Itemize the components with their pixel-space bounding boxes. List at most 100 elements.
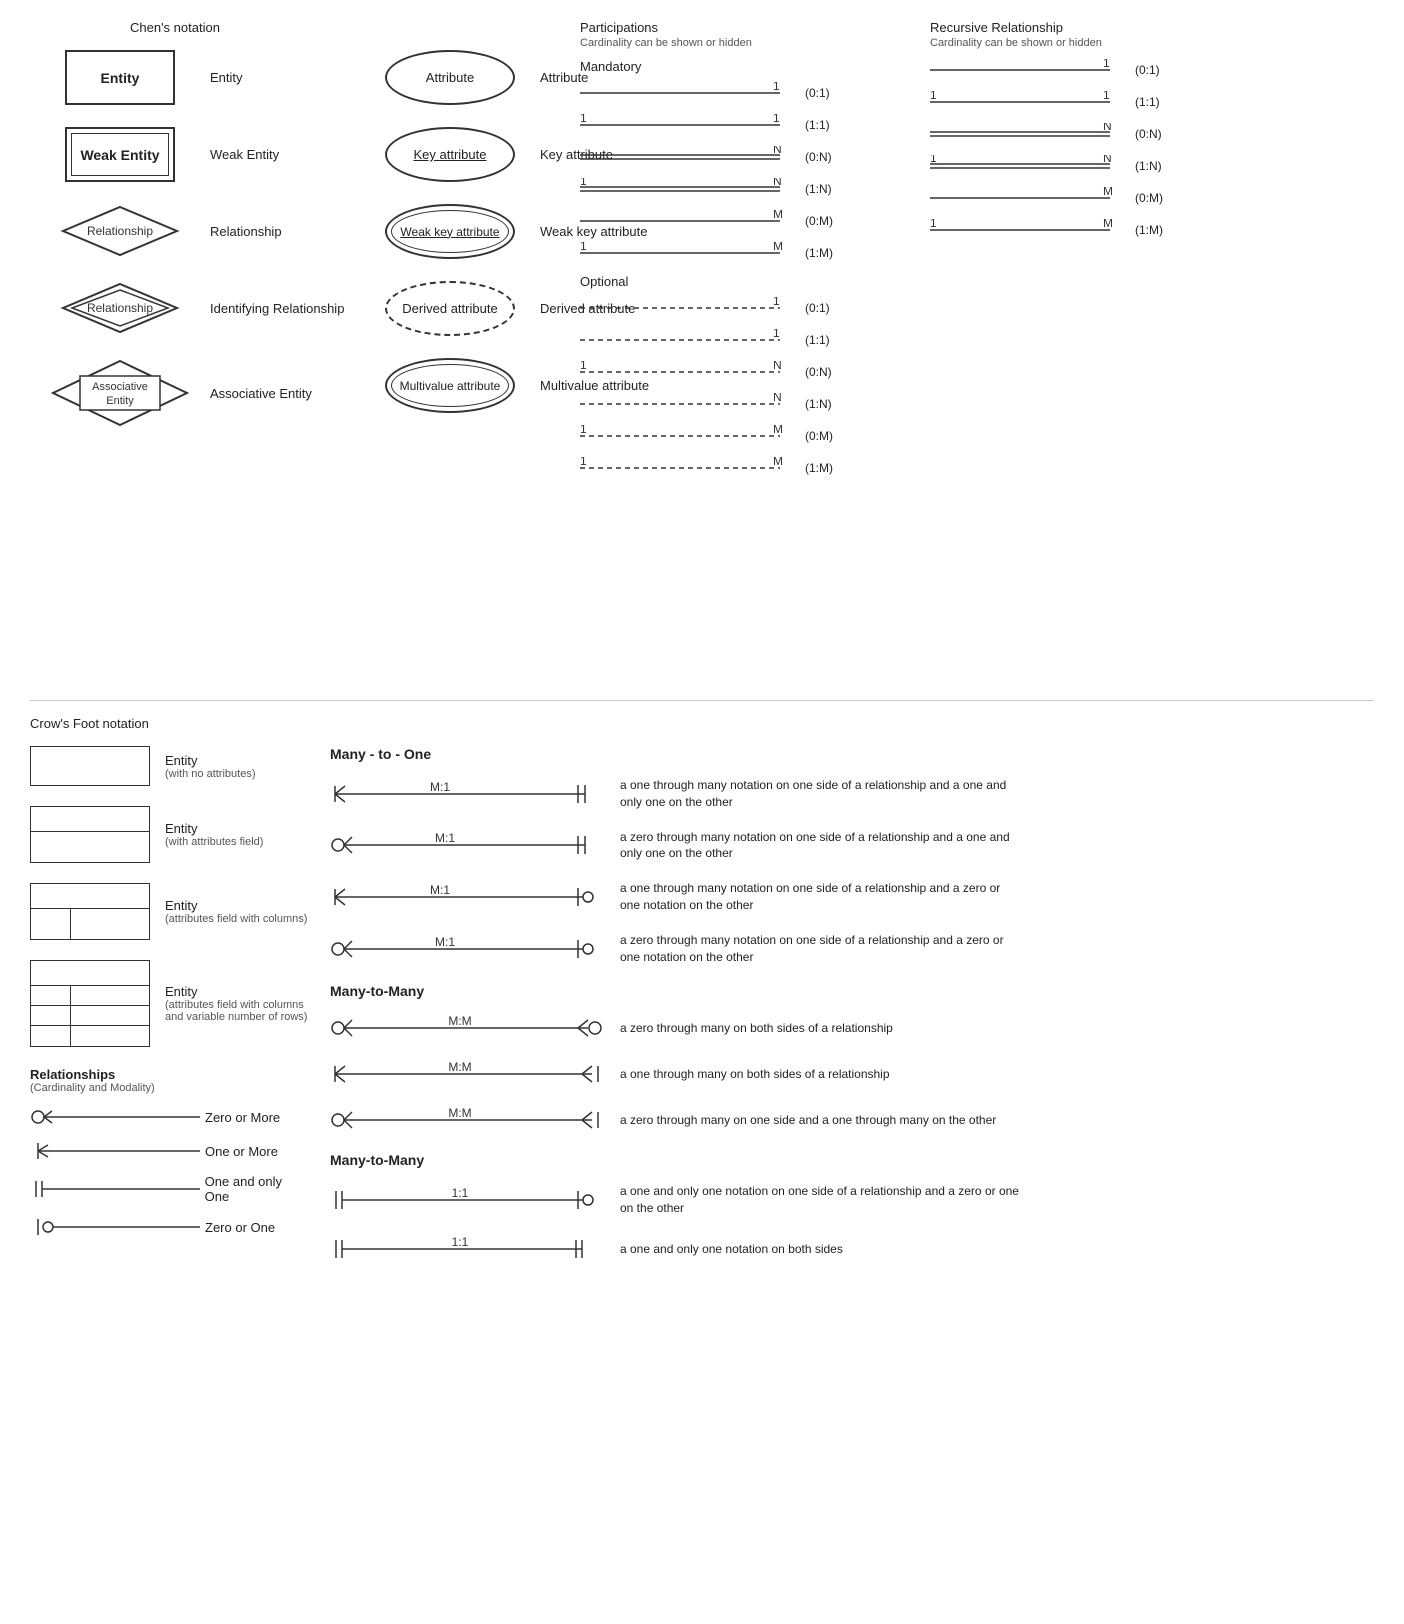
optional-title: Optional [580,274,833,289]
part-svg-01: 1 [580,82,800,104]
rec-svg-1M: 1 M [930,219,1130,241]
svg-text:1: 1 [580,178,587,188]
svg-text:1: 1 [580,114,587,125]
divider [30,700,1374,701]
11-svg-1: 1:1 [330,1186,610,1214]
m1-svg-1: M:1 [330,780,610,808]
part-label-0N: (0:N) [805,150,832,164]
recursive-subtitle: Cardinality can be shown or hidden [930,37,1163,49]
weak-entity-row: Weak Entity Weak Entity [40,127,370,182]
rec-row-11: 1 1 (1:1) [930,91,1163,113]
cf-entity-attr [30,806,150,863]
opt-row-0N: 1 N (0:N) [580,361,833,383]
rec-row-1M: 1 M (1:M) [930,219,1163,241]
svg-text:M:1: M:1 [430,780,450,794]
part-row-0M: M (0:M) [580,210,833,232]
rec-svg-0N: N [930,123,1130,145]
rel-zero-one-svg [30,1216,200,1238]
rec-row-1N: 1 N (1:N) [930,155,1163,177]
m1-row-4: M:1 a zero through many notation on one … [330,932,1374,966]
identifying-label: Identifying Relationship [210,301,370,316]
cf-entity-cols [30,883,150,940]
part-line-0N: N [580,146,800,168]
svg-text:1: 1 [930,155,937,165]
recursive-section: Recursive Relationship Cardinality can b… [930,20,1163,251]
rel-one-more-svg [30,1140,200,1162]
recursive-title: Recursive Relationship [930,20,1163,35]
opt-svg-0N: 1 N [580,361,800,383]
rel-zero-one-label: Zero or One [205,1220,275,1235]
rec-row-0M: M (0:M) [930,187,1163,209]
svg-text:N: N [773,146,782,156]
m1-row-1: M:1 a one through many notation on one s… [330,777,1374,811]
rel-legend-title: Relationships [30,1067,310,1082]
opt-svg-01: 1 [580,297,800,319]
rel-legend-subtitle: (Cardinality and Modality) [30,1082,310,1094]
part-row-1M: 1 M (1:M) [580,242,833,264]
m1-desc-2: a zero through many notation on one side… [620,829,1020,863]
part-svg-11: 1 1 [580,114,800,136]
part-line-0M: M [580,210,800,232]
m1-svg-4: M:1 [330,935,610,963]
weak-entity-rect: Weak Entity [65,127,175,182]
mandatory-title: Mandatory [580,59,833,74]
derived-attribute-shape: Derived attribute [370,281,530,336]
rel-legend-section: Relationships (Cardinality and Modality) [30,1067,310,1238]
svg-text:1: 1 [580,242,587,253]
svg-text:M:1: M:1 [430,883,450,897]
svg-text:Entity: Entity [106,395,134,407]
crows-title: Crow's Foot notation [30,716,1374,731]
mm-row-2: M:M a one through many on both sides of … [330,1060,1374,1088]
rec-row-0N: N (0:N) [930,123,1163,145]
opt-row-1M: 1 M (1:M) [580,457,833,479]
cf-entity-rows-row: Entity (attributes field with columns an… [30,960,310,1047]
mm-svg-1: M:M [330,1014,610,1042]
opt-svg-1N: N [580,393,800,415]
svg-text:M:1: M:1 [435,831,455,845]
svg-text:M: M [773,457,783,468]
part-line-1N: 1 N [580,178,800,200]
svg-text:M:M: M:M [448,1106,471,1120]
associative-entity-svg: Associative Entity [50,358,190,428]
rec-svg-1N: 1 N [930,155,1130,177]
svg-text:M: M [1103,219,1113,230]
crows-right-col: Many - to - One M:1 [310,746,1374,1281]
rec-svg-0M: M [930,187,1130,209]
weak-entity-label: Weak Entity [210,147,370,162]
top-layout: Chen's notation Entity Entity Weak Entit… [30,20,1374,700]
11-desc-1: a one and only one notation on one side … [620,1183,1020,1217]
opt-row-01: 1 (0:1) [580,297,833,319]
svg-text:1: 1 [773,114,780,125]
m1-row-3: M:1 a one through many notation on one s… [330,880,1374,914]
rel-one-more-label: One or More [205,1144,278,1159]
relationship-diamond-svg: Relationship [60,204,180,259]
rel-zero-more-row: Zero or More [30,1106,310,1128]
mm-svg-3: M:M [330,1106,610,1134]
mm-row-3: M:M a zero through many on one side and … [330,1106,1374,1134]
cf-entity-rows [30,960,150,1047]
svg-text:M: M [773,425,783,436]
mm-row-1: M:M a zero through many on both sides of… [330,1014,1374,1042]
svg-text:1:1: 1:1 [452,1235,469,1249]
svg-text:1: 1 [930,91,937,102]
cf-entity-attr-row: Entity (with attributes field) [30,806,310,863]
svg-text:1: 1 [580,425,587,436]
part-label-1N: (1:N) [805,182,832,196]
crows-layout: Entity (with no attributes) Entity (with… [30,746,1374,1281]
part-label-1M: (1:M) [805,246,833,260]
entity-label: Entity [210,70,370,85]
weak-key-attribute-shape: Weak key attribute [370,204,530,259]
page: Chen's notation Entity Entity Weak Entit… [0,0,1404,1301]
key-attribute-ellipse: Key attribute [385,127,515,182]
svg-text:N: N [1103,155,1112,165]
opt-row-11: 1 (1:1) [580,329,833,351]
participations-section: Participations Cardinality can be shown … [580,20,833,489]
chen-shapes-col: Entity Entity Weak Entity Weak Entity [40,50,370,428]
cf-entity-simple [30,746,150,786]
svg-text:M: M [1103,187,1113,198]
rel-zero-more-label: Zero or More [205,1110,280,1125]
derived-ellipse: Derived attribute [385,281,515,336]
rel-one-only-svg [30,1178,200,1200]
opt-svg-0M: 1 M [580,425,800,447]
mm-svg-2: M:M [330,1060,610,1088]
